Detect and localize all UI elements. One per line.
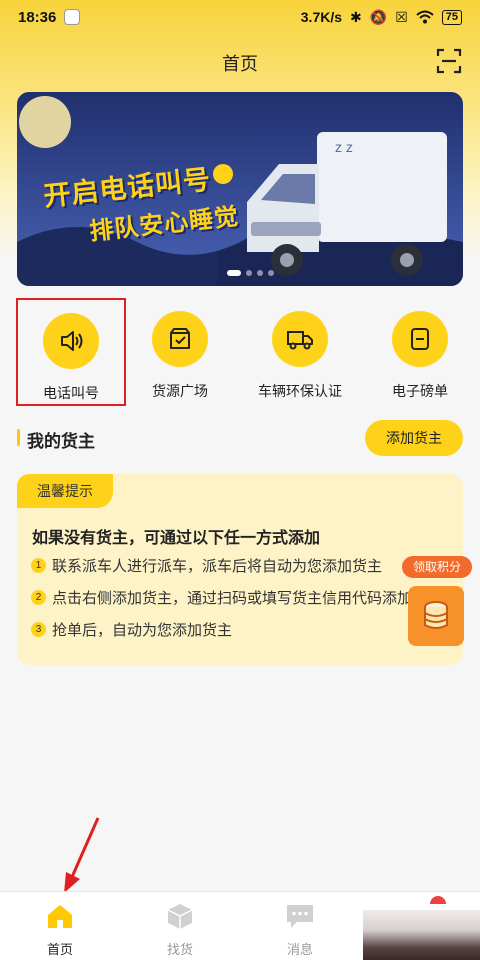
quick-action-label: 货源广场 — [152, 383, 208, 399]
tip-card: 温馨提示 如果没有货主，可通过以下任一方式添加 1 联系派车人进行派车，派车后将… — [17, 474, 463, 665]
tip-step: 2 点击右侧添加货主，通过扫码或填写货主信用代码添加 — [31, 587, 412, 608]
status-indicators: 3.7K/s ✱ 🔕 ☒ 75 — [301, 9, 462, 26]
mute-icon: 🔕 — [369, 8, 388, 25]
speaker-icon — [43, 313, 99, 369]
wifi-icon — [416, 10, 434, 24]
battery-icon: 75 — [441, 9, 462, 25]
claim-points-label: 领取积分 — [402, 556, 472, 578]
claim-points-widget[interactable]: 领取积分 — [402, 556, 472, 652]
tab-find-cargo[interactable]: 找货 — [120, 892, 240, 960]
annotation-arrow-icon — [64, 817, 100, 893]
banner-dot — [246, 270, 252, 276]
truck-icon — [272, 311, 328, 367]
cube-icon — [167, 904, 193, 929]
tip-heading: 如果没有货主，可通过以下任一方式添加 — [32, 530, 321, 547]
step-number: 2 — [31, 590, 46, 605]
quick-action-cargo-square[interactable]: 货源广场 — [125, 298, 235, 406]
tab-messages[interactable]: 消息 — [240, 892, 360, 960]
sim-icon: ☒ — [395, 8, 408, 25]
home-icon — [48, 905, 72, 928]
step-text: 抢单后，自动为您添加货主 — [52, 622, 233, 639]
tip-step: 3 抢单后，自动为您添加货主 — [31, 619, 232, 640]
tab-home[interactable]: 首页 — [0, 892, 120, 960]
section-title: 我的货主 — [27, 432, 95, 451]
screen-corner-overlay — [363, 910, 480, 960]
tab-label: 找货 — [166, 942, 193, 957]
checkbox-box-icon — [152, 311, 208, 367]
bluetooth-icon: ✱ — [350, 8, 362, 25]
my-shippers-header: 我的货主 添加货主 — [17, 420, 463, 458]
app-notification-icon — [64, 9, 81, 25]
scan-icon[interactable] — [436, 48, 462, 74]
quick-action-label: 电话叫号 — [43, 385, 99, 401]
banner-dot — [257, 270, 263, 276]
step-text: 点击右侧添加货主，通过扫码或填写货主信用代码添加 — [52, 590, 413, 607]
tab-label: 消息 — [286, 942, 313, 957]
banner-dot — [268, 270, 274, 276]
tip-tag: 温馨提示 — [17, 474, 113, 508]
chat-icon — [287, 905, 313, 928]
quick-action-e-weighbill[interactable]: 电子磅单 — [365, 298, 475, 406]
quick-actions: 电话叫号 货源广场 车辆环保认证 电子磅单 — [0, 298, 480, 406]
banner-pagination — [227, 270, 274, 276]
quick-action-phone-call[interactable]: 电话叫号 — [16, 298, 126, 406]
document-icon — [392, 311, 448, 367]
section-accent-bar — [17, 429, 20, 446]
quick-action-eco-certification[interactable]: 车辆环保认证 — [245, 298, 355, 406]
status-time: 18:36 — [18, 8, 57, 26]
page-title: 首页 — [222, 54, 258, 74]
step-number: 1 — [31, 558, 46, 573]
svg-text:z z: z z — [335, 139, 353, 155]
tip-step: 1 联系派车人进行派车，派车后将自动为您添加货主 — [31, 555, 382, 576]
tab-label: 首页 — [46, 942, 73, 957]
quick-action-label: 车辆环保认证 — [258, 383, 342, 399]
promo-banner[interactable]: z z 开启电话叫号 排队安心睡觉 — [17, 92, 463, 286]
quick-action-label: 电子磅单 — [392, 383, 448, 399]
status-bar: 18:36 3.7K/s ✱ 🔕 ☒ 75 — [0, 0, 480, 34]
banner-dot — [227, 270, 241, 276]
step-number: 3 — [31, 622, 46, 637]
add-shipper-button[interactable]: 添加货主 — [365, 420, 463, 456]
step-text: 联系派车人进行派车，派车后将自动为您添加货主 — [52, 558, 383, 575]
network-speed: 3.7K/s — [300, 9, 343, 25]
coin-stack-icon — [408, 586, 464, 646]
